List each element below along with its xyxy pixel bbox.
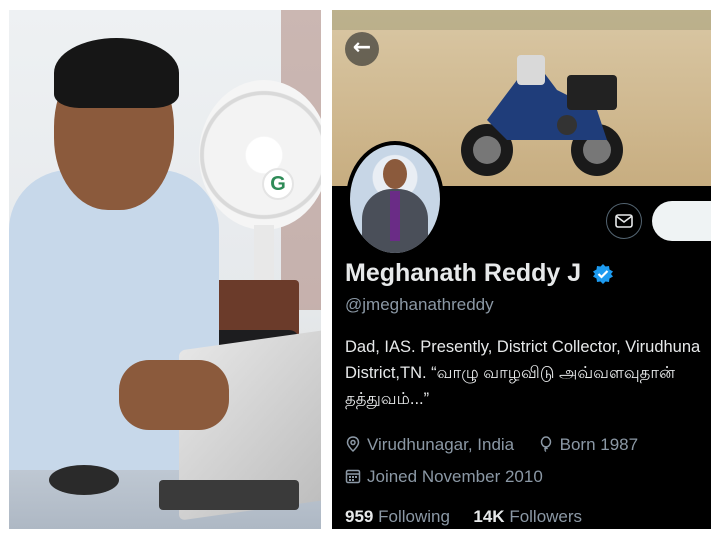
profile-stats: 959 Following 14K Followers bbox=[345, 507, 582, 527]
profile-joined: Joined November 2010 bbox=[367, 467, 543, 486]
profile-handle: @jmeghanathreddy bbox=[345, 295, 494, 314]
person-hands bbox=[119, 360, 229, 430]
avatar-head bbox=[383, 159, 407, 189]
avatar-tie bbox=[390, 191, 400, 241]
balloon-icon bbox=[540, 436, 551, 452]
following-count: 959 bbox=[345, 507, 374, 526]
following-link[interactable]: 959 Following bbox=[345, 507, 450, 526]
verified-badge-icon bbox=[592, 263, 613, 284]
followers-label: Followers bbox=[509, 507, 583, 526]
profile-meta-row-2: Joined November 2010 bbox=[345, 467, 543, 487]
banner-sky bbox=[332, 10, 711, 30]
person-hair bbox=[54, 38, 179, 108]
profile-bio: Dad, IAS. Presently, District Collector,… bbox=[345, 334, 711, 412]
bio-line-3: தத்துவம்...” bbox=[345, 390, 430, 408]
profile-name: Meghanath Reddy J bbox=[345, 259, 582, 287]
office-photo: G bbox=[9, 10, 321, 529]
following-label: Following bbox=[378, 507, 450, 526]
profile-location: Virudhunagar, India bbox=[367, 435, 515, 454]
profile-meta-row-1: Virudhunagar, India Born 1987 bbox=[345, 435, 638, 455]
bio-line-1: Dad, IAS. Presently, District Collector,… bbox=[345, 338, 701, 356]
back-arrow-icon[interactable]: ← bbox=[345, 32, 379, 66]
bio-line-2: District,TN. “வாழு வாழவிடு அவ்வளவுதான் bbox=[345, 364, 676, 382]
followers-count: 14K bbox=[473, 507, 505, 526]
twitter-profile-screen: ← Meghanath Reddy J @jmeghanathreddy Dad… bbox=[332, 10, 711, 529]
fan-logo: G bbox=[262, 168, 294, 200]
profile-avatar[interactable] bbox=[346, 141, 444, 257]
table-fan bbox=[199, 80, 321, 230]
computer-mouse bbox=[49, 465, 119, 495]
follow-button[interactable] bbox=[652, 201, 711, 241]
location-pin-icon bbox=[346, 436, 360, 452]
profile-name-row: Meghanath Reddy J bbox=[345, 259, 614, 288]
envelope-icon bbox=[615, 214, 633, 228]
message-button[interactable] bbox=[606, 203, 642, 239]
calendar-icon bbox=[345, 469, 361, 484]
followers-link[interactable]: 14K Followers bbox=[473, 507, 582, 526]
keyboard bbox=[159, 480, 299, 510]
profile-born: Born 1987 bbox=[559, 435, 639, 454]
motorcycle-image bbox=[461, 55, 623, 176]
